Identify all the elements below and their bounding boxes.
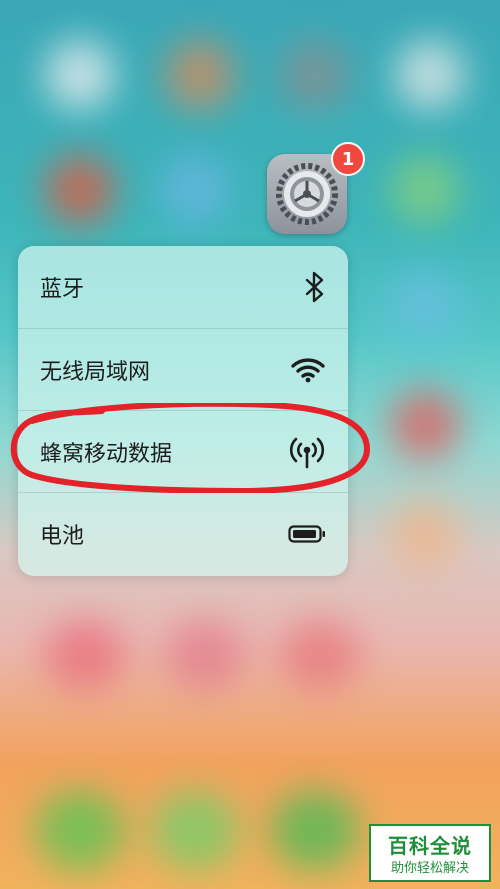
menu-item-cellular[interactable]: 蜂窝移动数据 [18,410,348,492]
blurred-app-icon [390,390,460,460]
wifi-icon [290,357,326,383]
menu-item-bluetooth[interactable]: 蓝牙 [18,246,348,328]
blurred-app-icon [165,40,235,110]
blurred-app-icon [45,155,115,225]
blurred-dock-icon [35,790,125,870]
blurred-dock-icon [150,790,240,870]
menu-item-label: 蓝牙 [40,277,85,302]
blurred-app-icon [390,270,460,340]
cellular-icon [288,435,326,469]
menu-item-label: 电池 [40,523,85,549]
blurred-app-icon [395,40,465,110]
blurred-app-icon [390,500,460,570]
bluetooth-icon [304,271,326,303]
menu-item-wifi[interactable]: 无线局域网 [18,328,348,410]
notification-badge: 1 [331,142,365,176]
blurred-app-icon [390,155,460,225]
blurred-app-icon [160,155,230,225]
menu-item-label: 蜂窝移动数据 [40,441,173,467]
blurred-app-icon [280,40,350,110]
watermark-title: 百科全说 [388,834,472,858]
menu-item-label: 无线局域网 [40,359,151,385]
blurred-app-icon [280,620,360,690]
menu-item-battery[interactable]: 电池 [18,492,348,574]
blurred-app-icon [165,620,245,690]
battery-icon [288,524,326,543]
quick-actions-menu: 蓝牙 无线局域网 蜂窝移动数据 电池 [18,246,348,576]
blurred-dock-icon [270,790,360,870]
blurred-app-icon [45,620,125,690]
blurred-app-icon [45,40,115,110]
watermark-subtitle: 助你轻松解决 [390,861,469,876]
watermark-logo: 百科全说 助你轻松解决 [369,824,491,882]
